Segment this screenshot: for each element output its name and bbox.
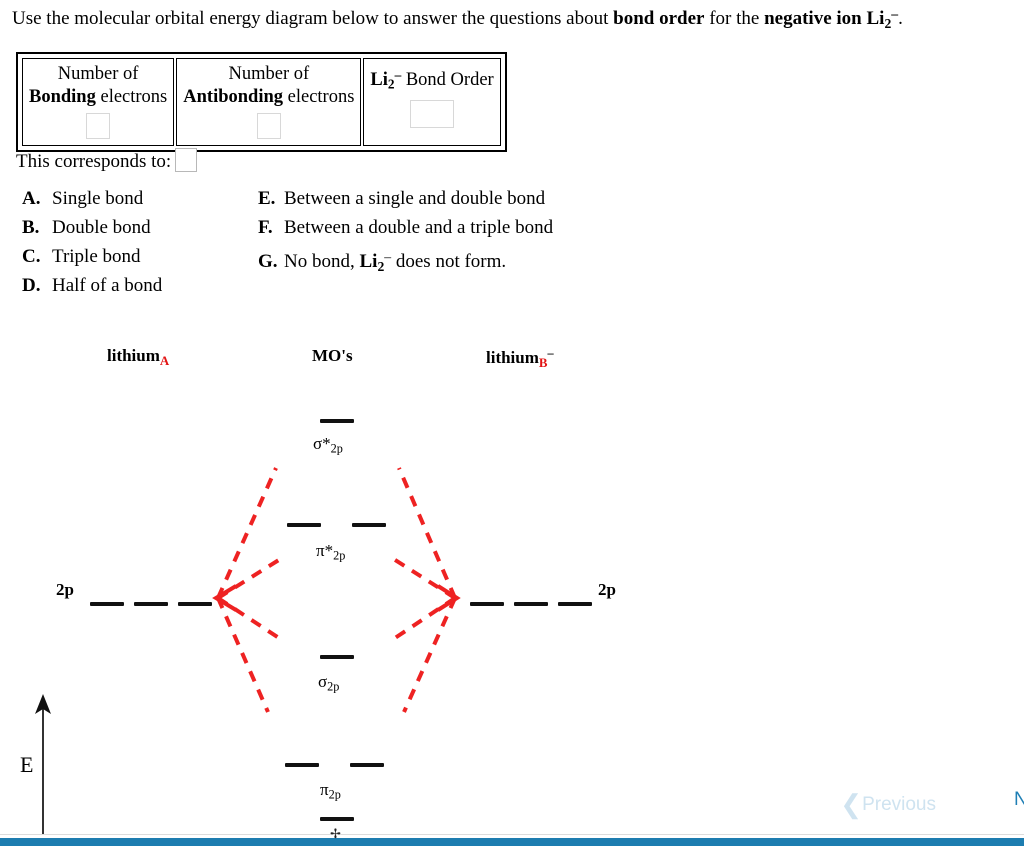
energy-axis-label: E: [20, 752, 34, 777]
sigma-star-2p-sub: 2p: [330, 441, 343, 456]
bond-order-input[interactable]: [410, 99, 455, 128]
mo-level-pi-star-2p-b: [352, 523, 386, 527]
choice-e[interactable]: E. Between a single and double bond: [258, 184, 553, 213]
prompt-part3: .: [898, 8, 903, 30]
answer-table: Number of Bonding electrons Number of An…: [16, 52, 507, 152]
chevron-left-icon: ❮: [840, 789, 863, 819]
bonding-bold-word: Bonding: [29, 87, 96, 107]
mo-label-pi-star-2p: π*2p: [316, 541, 345, 564]
mouse-cursor-icon: ✢: [330, 826, 341, 841]
mo-level-sigma-star-2p: [320, 419, 354, 423]
mo-level-pi-2p-b: [350, 763, 384, 767]
sigma-2p-main: σ: [318, 672, 328, 691]
corr-left-1: [216, 467, 278, 599]
bond-order-rest: Bond Order: [401, 69, 494, 90]
prompt-part1: Use the molecular orbital energy diagram…: [12, 8, 614, 30]
choice-b-letter: B.: [22, 217, 40, 238]
correlation-lines-svg: [212, 467, 461, 713]
choice-b[interactable]: B. Double bond: [22, 213, 162, 242]
pi-star-2p-sub: 2p: [333, 548, 346, 563]
mo-level-sigma-2p: [320, 655, 354, 659]
prompt-part2: for the: [704, 8, 765, 30]
atomic-level-right-3: [558, 602, 592, 606]
choice-f-text: Between a double and a triple bond: [284, 217, 554, 238]
corr-left-arrowhead: [212, 584, 238, 612]
choice-f-letter: F.: [258, 217, 273, 238]
choice-a-text: Single bond: [52, 188, 144, 209]
prompt-bond-order: bond order: [613, 8, 705, 30]
antibonding-electrons-input[interactable]: [256, 113, 281, 139]
antibonding-rest-word: electrons: [283, 87, 355, 107]
sigma-2p-sub: 2p: [327, 679, 340, 694]
choice-d-letter: D.: [22, 275, 41, 296]
choice-f[interactable]: F. Between a double and a triple bond: [258, 213, 553, 242]
choice-b-text: Double bond: [52, 217, 151, 238]
corresponds-to-label: This corresponds to:: [16, 151, 172, 172]
pi-2p-sub: 2p: [328, 787, 341, 802]
choice-g-letter: G.: [258, 251, 278, 273]
mo-level-lower-cut: [320, 817, 354, 821]
previous-label: Previous: [862, 794, 936, 815]
table-cell-antibonding: Number of Antibonding electrons: [176, 58, 362, 146]
mo-label-sigma-star-2p: σ*2p: [313, 434, 343, 457]
pi-star-2p-main: π*: [316, 541, 334, 560]
footer-bar: [0, 838, 1024, 846]
energy-axis-arrow: [35, 694, 51, 834]
mo-energy-diagram: lithiumA MO's lithiumB– 2p 2p σ*2p π*2p …: [0, 330, 1024, 840]
footer-separator: [0, 834, 1024, 835]
sigma-star-2p-main: σ*: [313, 434, 331, 453]
atomic-level-right-1: [470, 602, 504, 606]
choice-list-right: E. Between a single and double bond F. Bet…: [258, 184, 553, 281]
choice-c-text: Triple bond: [52, 246, 141, 267]
atomic-level-left-2: [134, 602, 168, 606]
corresponds-to-input[interactable]: [175, 148, 198, 172]
choice-g-pre: No bond,: [284, 251, 360, 273]
choice-a[interactable]: A. Single bond: [22, 184, 162, 213]
atomic-level-left-1: [90, 602, 124, 606]
question-prompt: Use the molecular orbital energy diagram…: [12, 2, 1012, 36]
bonding-head-line1: Number of: [57, 64, 139, 84]
next-button[interactable]: N: [1014, 789, 1024, 811]
previous-button[interactable]: ❮Previous: [840, 789, 936, 820]
antibonding-head-line2: Antibonding electrons: [183, 86, 354, 109]
choice-e-letter: E.: [258, 188, 276, 209]
choice-c-letter: C.: [22, 246, 41, 267]
choice-list-left: A. Single bond B. Double bond C. Triple bon…: [22, 184, 162, 300]
antibonding-head-line1: Number of: [228, 64, 310, 84]
bond-order-head: Li2– Bond Order: [370, 63, 493, 96]
next-label: N: [1014, 789, 1024, 810]
choice-d[interactable]: D. Half of a bond: [22, 271, 162, 300]
prompt-negative-ion: negative ion Li: [764, 8, 885, 30]
corresponds-to-row: This corresponds to:: [16, 148, 198, 174]
bonding-rest-word: electrons: [95, 87, 168, 107]
corr-right-arrowhead: [436, 584, 461, 612]
choice-e-text: Between a single and double bond: [284, 188, 546, 209]
bond-order-ion-subscript: 2: [387, 76, 395, 92]
table-cell-bonding: Number of Bonding electrons: [22, 58, 175, 146]
bonding-electrons-input[interactable]: [86, 113, 111, 139]
mo-label-sigma-2p: σ2p: [318, 672, 339, 695]
choice-g-post: does not form.: [391, 251, 507, 273]
antibonding-bold-word: Antibonding: [183, 87, 284, 107]
bond-order-ion: Li: [370, 69, 388, 90]
choice-a-letter: A.: [22, 188, 41, 209]
atomic-label-left-2p: 2p: [56, 580, 74, 599]
choice-c[interactable]: C. Triple bond: [22, 242, 162, 271]
mo-label-pi-2p: π2p: [320, 780, 341, 803]
bonding-head-line2: Bonding electrons: [29, 86, 167, 109]
table-cell-bond-order: Li2– Bond Order: [363, 58, 501, 146]
pi-2p-main: π: [320, 780, 329, 799]
mo-level-pi-2p-a: [285, 763, 319, 767]
choice-g-ion: Li: [359, 251, 378, 273]
choice-g[interactable]: G. No bond, Li2– does not form.: [258, 242, 553, 281]
mo-level-pi-star-2p-a: [287, 523, 321, 527]
atomic-label-right-2p: 2p: [598, 580, 616, 599]
atomic-level-right-2: [514, 602, 548, 606]
choice-d-text: Half of a bond: [52, 275, 163, 296]
corr-right-1: [397, 467, 457, 599]
atomic-level-left-3: [178, 602, 212, 606]
